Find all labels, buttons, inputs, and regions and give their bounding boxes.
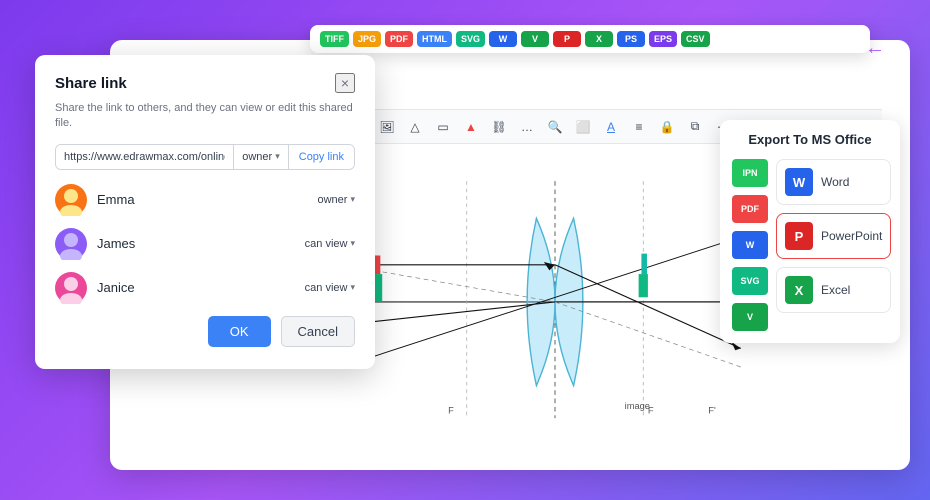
cancel-button[interactable]: Cancel [281,316,355,347]
powerpoint-icon: P [785,222,813,250]
user-role-janice[interactable]: can view ▾ [305,282,355,294]
export-panel-title: Export To MS Office [732,132,888,147]
export-icon-v-small[interactable]: V [732,303,768,331]
user-role-emma[interactable]: owner ▾ [318,194,356,206]
user-role-label-james: can view [305,238,348,250]
user-row-janice: Janice can view ▾ [55,272,355,304]
dialog-actions: OK Cancel [55,316,355,347]
export-right-cards: W Word P PowerPoint X Excel [776,159,891,331]
image-tool[interactable]: 🖼 [376,116,398,138]
line2-tool[interactable]: ≡ [628,116,650,138]
zoom-in[interactable]: 🔍 [544,116,566,138]
user-role-chevron-emma: ▾ [350,194,355,205]
user-role-label-emma: owner [318,194,348,206]
link-role-label: owner [242,151,272,163]
format-svg[interactable]: SVG [456,31,485,47]
user-role-chevron-james: ▾ [350,238,355,249]
avatar-james [55,228,87,260]
link-role-dropdown[interactable]: owner ▾ [233,145,288,169]
format-ps[interactable]: PS [617,31,645,47]
format-p[interactable]: P [553,31,581,47]
svg-text:image: image [625,401,650,411]
format-v[interactable]: V [521,31,549,47]
link-input[interactable] [56,145,233,169]
user-name-james: James [97,236,305,251]
format-jpg[interactable]: JPG [353,31,381,47]
dialog-header: Share link × [55,73,355,93]
export-word-card[interactable]: W Word [776,159,891,205]
export-excel-card[interactable]: X Excel [776,267,891,313]
format-pdf[interactable]: PDF [385,31,413,47]
export-powerpoint-card[interactable]: P PowerPoint [776,213,891,259]
toolbar-arrow: ← [865,37,885,60]
frame-tool[interactable]: ⬜ [572,116,594,138]
ok-button[interactable]: OK [208,316,271,347]
export-left-icons: IPN PDF W SVG V [732,159,768,331]
close-button[interactable]: × [335,73,355,93]
format-eps[interactable]: EPS [649,31,677,47]
fill-tool[interactable]: ▲ [460,116,482,138]
word-icon: W [785,168,813,196]
export-panel: Export To MS Office IPN PDF W SVG V W Wo… [720,120,900,343]
export-icon-ipn[interactable]: IPN [732,159,768,187]
extra-tool[interactable]: … [516,116,538,138]
user-name-janice: Janice [97,280,305,295]
pen-tool[interactable]: A [600,116,622,138]
format-csv[interactable]: CSV [681,31,710,47]
format-html[interactable]: HTML [417,31,452,47]
format-word[interactable]: W [489,31,517,47]
copy-link-button[interactable]: Copy link [288,145,354,169]
svg-text:F: F [648,405,654,415]
avatar-emma [55,184,87,216]
crop-tool[interactable]: ⧉ [684,116,706,138]
user-role-james[interactable]: can view ▾ [305,238,355,250]
line-tool[interactable]: ▭ [432,116,454,138]
format-toolbar: TIFF JPG PDF HTML SVG W V P X PS EPS CSV [310,25,870,53]
svg-text:F: F [448,405,454,415]
svg-text:F': F' [708,405,716,415]
powerpoint-label: PowerPoint [821,229,882,243]
user-row-emma: Emma owner ▾ [55,184,355,216]
export-icon-pdf[interactable]: PDF [732,195,768,223]
dialog-title: Share link [55,75,127,92]
word-label: Word [821,175,849,189]
share-dialog: Share link × Share the link to others, a… [35,55,375,369]
dialog-description: Share the link to others, and they can v… [55,101,355,132]
link-row: owner ▾ Copy link [55,144,355,170]
excel-label: Excel [821,283,850,297]
user-row-james: James can view ▾ [55,228,355,260]
lock-tool[interactable]: 🔒 [656,116,678,138]
user-name-emma: Emma [97,192,318,207]
excel-icon: X [785,276,813,304]
format-tiff[interactable]: TIFF [320,31,349,47]
user-role-chevron-janice: ▾ [350,282,355,293]
user-role-label-janice: can view [305,282,348,294]
export-options: IPN PDF W SVG V W Word P PowerPoint X Ex… [732,159,888,331]
export-icon-svg-small[interactable]: SVG [732,267,768,295]
chart-tool[interactable]: △ [404,116,426,138]
avatar-janice [55,272,87,304]
link-role-chevron: ▾ [275,151,280,162]
link-tool[interactable]: ⛓ [488,116,510,138]
format-x[interactable]: X [585,31,613,47]
export-icon-word-small[interactable]: W [732,231,768,259]
